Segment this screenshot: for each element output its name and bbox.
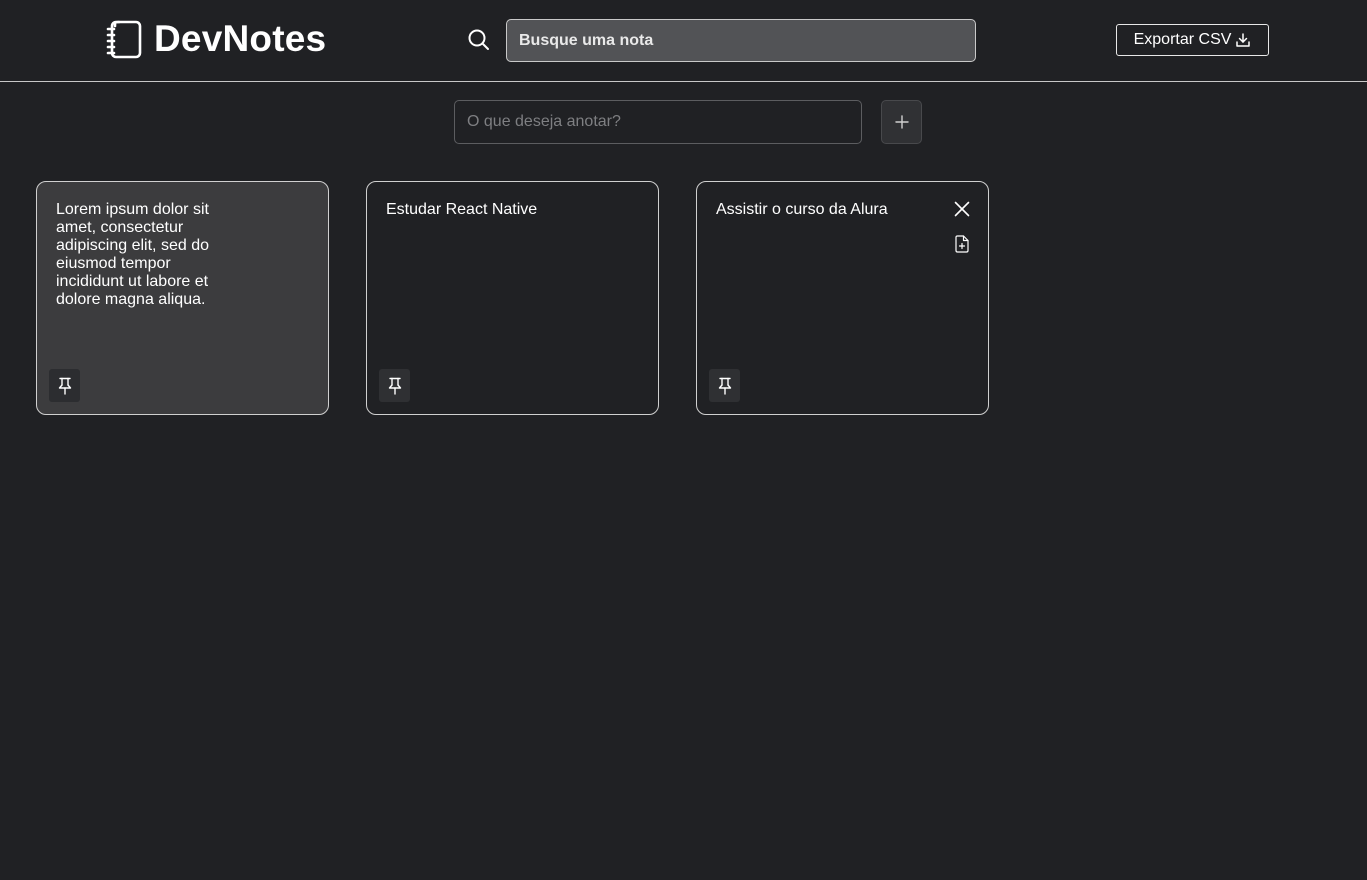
pin-button[interactable] bbox=[379, 369, 410, 402]
note-card[interactable]: Estudar React Native bbox=[366, 181, 659, 415]
app-title: DevNotes bbox=[154, 18, 327, 59]
pin-icon bbox=[388, 377, 401, 395]
export-csv-label: Exportar CSV bbox=[1133, 31, 1232, 48]
pin-button[interactable] bbox=[49, 369, 80, 402]
search-input[interactable] bbox=[506, 19, 976, 62]
top-header: DevNotes Exportar CSV bbox=[0, 0, 1367, 82]
note-text: Estudar React Native bbox=[386, 201, 538, 218]
notebook-icon bbox=[106, 20, 142, 59]
search-icon[interactable] bbox=[467, 28, 491, 52]
plus-icon bbox=[894, 115, 909, 129]
download-icon bbox=[1236, 33, 1251, 47]
add-note-button[interactable] bbox=[881, 100, 922, 144]
close-icon[interactable] bbox=[953, 200, 971, 218]
pin-button[interactable] bbox=[709, 369, 740, 402]
file-plus-icon[interactable] bbox=[954, 235, 970, 253]
note-card[interactable]: Lorem ipsum dolor sit amet, consectetur … bbox=[36, 181, 329, 415]
export-csv-button[interactable]: Exportar CSV bbox=[1116, 24, 1269, 56]
note-text: Lorem ipsum dolor sit amet, consectetur … bbox=[56, 201, 209, 308]
new-note-input[interactable] bbox=[454, 100, 862, 144]
pin-icon bbox=[718, 377, 731, 395]
pin-icon bbox=[58, 377, 71, 395]
note-card[interactable]: Assistir o curso da Alura bbox=[696, 181, 989, 415]
app-logo: DevNotes bbox=[106, 18, 326, 60]
note-text: Assistir o curso da Alura bbox=[716, 201, 888, 218]
